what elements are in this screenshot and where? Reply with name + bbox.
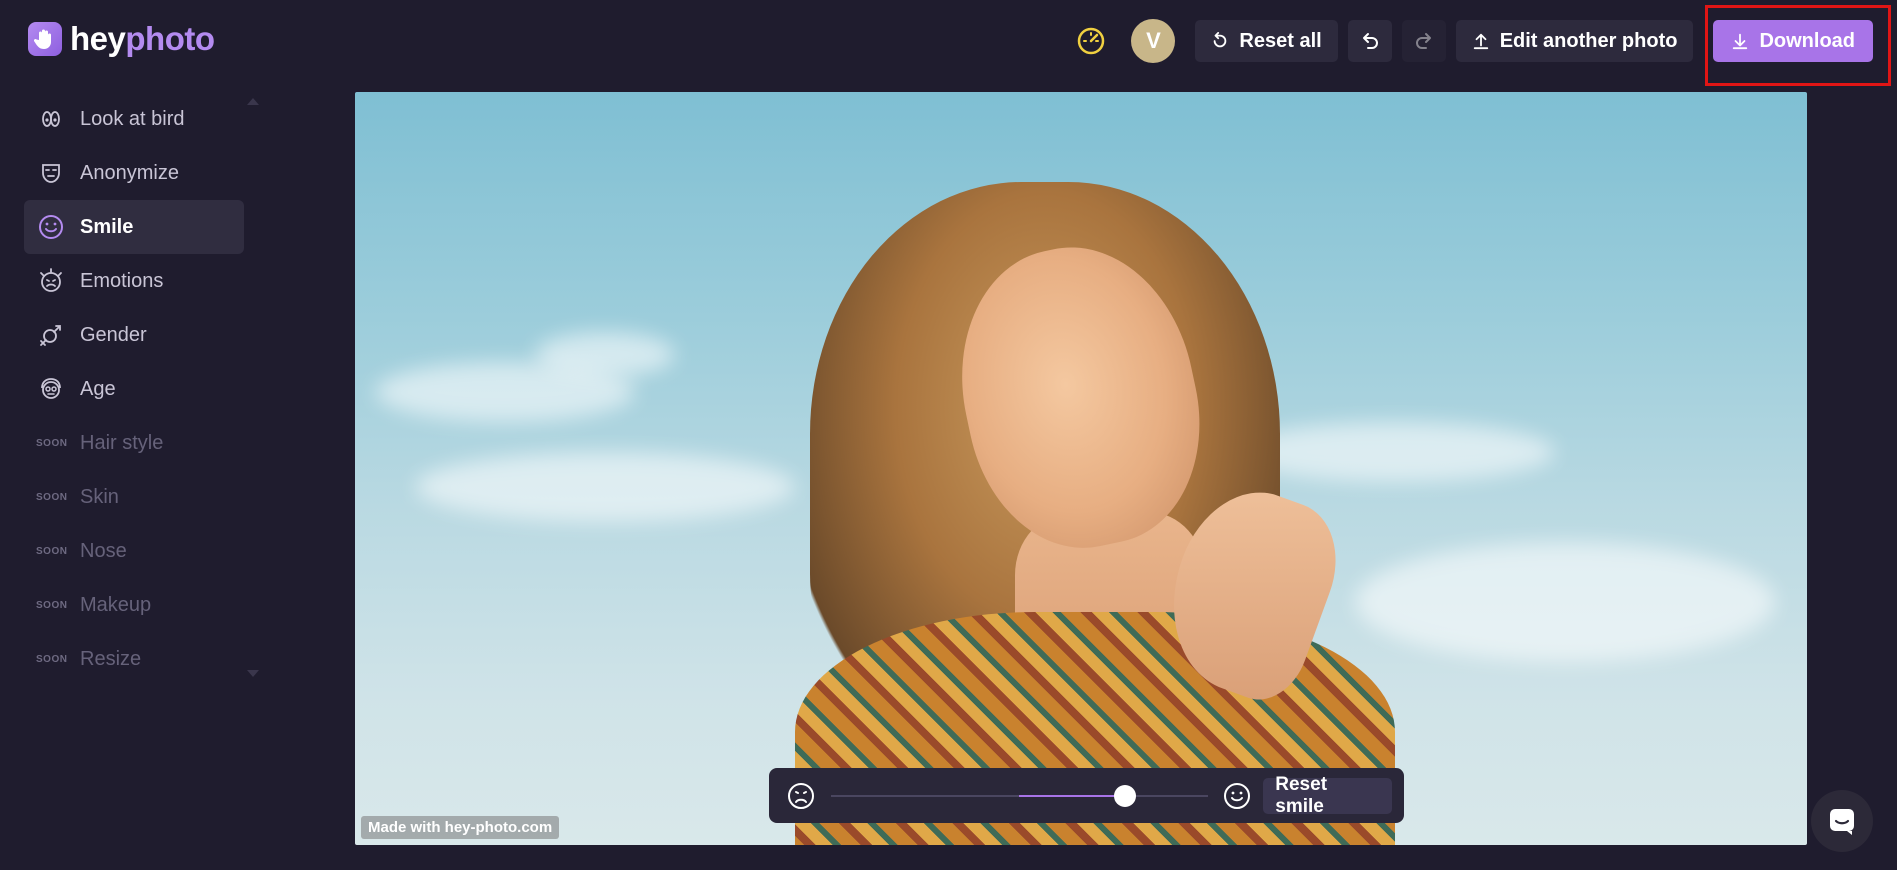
sidebar-item-emotions[interactable]: Emotions: [24, 254, 244, 308]
sidebar-item-skin: SOON Skin: [24, 470, 244, 524]
cloud: [415, 452, 795, 522]
smile-face-icon[interactable]: [1222, 780, 1254, 812]
sidebar-item-makeup: SOON Makeup: [24, 578, 244, 632]
sidebar-item-label: Resize: [80, 647, 142, 670]
sidebar-item-anonymize[interactable]: Anonymize: [24, 146, 244, 200]
smile-control-bar: Reset smile: [769, 768, 1404, 823]
sidebar-item-gender[interactable]: Gender: [24, 308, 244, 362]
soon-badge: SOON: [36, 599, 68, 611]
gender-icon: [36, 320, 66, 350]
smile-icon: [36, 212, 66, 242]
top-toolbar: V Reset all Edit another photo Download: [1071, 19, 1873, 63]
soon-badge: SOON: [36, 545, 68, 557]
logo-text-photo: photo: [125, 20, 215, 57]
download-icon: [1733, 33, 1748, 50]
sidebar-item-label: Anonymize: [80, 161, 179, 184]
slider-thumb[interactable]: [1113, 784, 1136, 807]
soon-badge: SOON: [36, 653, 68, 665]
logo-text: heyphoto: [70, 20, 215, 58]
frown-icon[interactable]: [785, 780, 817, 812]
sidebar-item-label: Gender: [80, 323, 147, 346]
download-label: Download: [1759, 29, 1855, 52]
sidebar-item-label: Makeup: [80, 593, 152, 616]
sidebar-item-hair-style: SOON Hair style: [24, 416, 244, 470]
eyes-icon: [36, 104, 66, 134]
edit-another-label: Edit another photo: [1499, 29, 1678, 52]
age-icon: [36, 374, 66, 404]
chat-launcher-button[interactable]: [1811, 790, 1873, 852]
sidebar-item-label: Age: [80, 377, 116, 400]
soon-badge: SOON: [36, 437, 68, 449]
slider-fill: [1019, 794, 1125, 797]
cloud: [1355, 542, 1775, 662]
sidebar-item-smile[interactable]: Smile: [24, 200, 244, 254]
cloud: [535, 332, 675, 377]
cloud: [1235, 422, 1555, 482]
sidebar-item-nose: SOON Nose: [24, 524, 244, 578]
heyphoto-logo[interactable]: heyphoto: [28, 20, 215, 58]
sidebar-item-label: Smile: [80, 215, 134, 238]
reset-all-label: Reset all: [1239, 29, 1322, 52]
soon-badge: SOON: [36, 491, 68, 503]
logo-text-hey: hey: [70, 20, 126, 57]
sidebar-item-label: Hair style: [80, 431, 164, 454]
tools-sidebar: Look at bird Anonymize Smile Emotions Ge…: [24, 92, 244, 686]
sidebar-scroll-up-icon[interactable]: [247, 98, 259, 105]
reset-icon: [1214, 32, 1227, 48]
reset-all-button[interactable]: Reset all: [1195, 20, 1338, 62]
upload-icon: [1473, 33, 1488, 50]
redo-icon: [1415, 33, 1431, 49]
sidebar-item-resize: SOON Resize: [24, 632, 244, 686]
edit-another-photo-button[interactable]: Edit another photo: [1455, 20, 1694, 62]
sidebar-scroll-down-icon[interactable]: [247, 670, 259, 677]
sidebar-item-label: Look at bird: [80, 107, 185, 130]
undo-button[interactable]: [1347, 20, 1392, 62]
sidebar-item-age[interactable]: Age: [24, 362, 244, 416]
mask-icon: [36, 158, 66, 188]
undo-icon: [1362, 33, 1378, 49]
watermark: Made with hey-photo.com: [361, 816, 560, 839]
redo-button[interactable]: [1401, 20, 1446, 62]
hand-logo-icon: [28, 22, 62, 56]
sidebar-item-label: Nose: [80, 539, 127, 562]
smile-slider[interactable]: [830, 784, 1208, 807]
chat-icon: [1830, 809, 1854, 835]
reset-smile-button[interactable]: Reset smile: [1263, 774, 1392, 817]
emotions-icon: [36, 266, 66, 296]
sidebar-item-look-at-bird[interactable]: Look at bird: [24, 92, 244, 146]
avatar[interactable]: V: [1131, 19, 1176, 63]
download-button[interactable]: Download: [1713, 20, 1873, 62]
gauge-icon[interactable]: [1071, 21, 1111, 61]
sidebar-item-label: Skin: [80, 485, 119, 508]
photo-canvas: Made with hey-photo.com: [355, 92, 1807, 845]
sidebar-item-label: Emotions: [80, 269, 164, 292]
